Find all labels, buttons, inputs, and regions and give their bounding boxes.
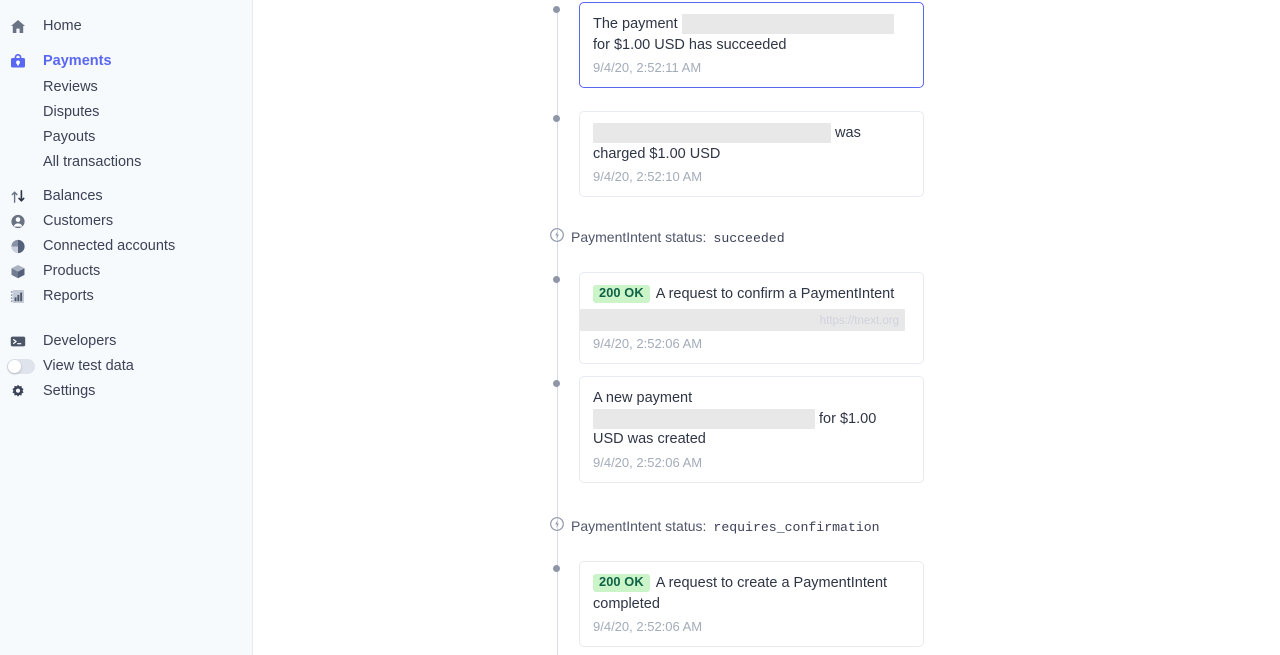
sidebar-item-label: Disputes (43, 104, 99, 120)
status-badge: 200 OK (593, 574, 650, 592)
sidebar-item-balances[interactable]: Balances (0, 184, 252, 209)
main-content: The payment for $1.00 USD has succeeded9… (253, 0, 1280, 655)
sidebar-item-view-test-data[interactable]: View test data (0, 354, 252, 379)
sidebar-item-reports[interactable]: Reports (0, 284, 252, 309)
timeline-dot (553, 565, 560, 572)
card-text-run: USD was created (593, 431, 706, 447)
status-label: PaymentIntent status: (571, 229, 706, 245)
app-root: Home Payments Reviews Disputes Payouts All tr… (0, 0, 1280, 655)
balances-icon (10, 188, 32, 206)
stripe-status-icon (550, 228, 564, 242)
sidebar-item-home[interactable]: Home (0, 14, 252, 39)
sidebar-item-reviews[interactable]: Reviews (0, 74, 252, 99)
sidebar-item-label: Customers (43, 214, 113, 229)
terminal-icon (10, 333, 32, 351)
card-text-run: completed (593, 596, 660, 612)
stripe-status-icon (550, 517, 564, 531)
sidebar-item-label: Home (43, 19, 82, 34)
status-label: PaymentIntent status: (571, 518, 706, 534)
products-icon (10, 263, 32, 281)
sidebar-item-disputes[interactable]: Disputes (0, 99, 252, 124)
sidebar-item-label: Payouts (43, 129, 95, 145)
sidebar-item-label: Developers (43, 334, 116, 349)
sidebar-item-label: Products (43, 264, 100, 279)
sidebar-item-payments[interactable]: Payments (0, 49, 252, 74)
sidebar: Home Payments Reviews Disputes Payouts All tr… (0, 0, 253, 655)
event-detail-panel: View event detail Event data 1{2"id": ",… (697, 0, 1280, 655)
home-icon (10, 18, 32, 36)
toggle-switch-icon[interactable] (10, 358, 32, 376)
sidebar-item-label: View test data (43, 359, 134, 374)
sidebar-item-settings[interactable]: Settings (0, 379, 252, 404)
sidebar-item-label: Balances (43, 189, 103, 204)
timeline-dot (553, 6, 560, 13)
sidebar-item-products[interactable]: Products (0, 259, 252, 284)
card-text-run: The payment (593, 16, 682, 32)
card-text-run: A new payment (593, 390, 692, 406)
timeline-rail (557, 8, 558, 655)
sidebar-item-label: Payments (43, 54, 112, 69)
sidebar-item-label: Reviews (43, 79, 98, 95)
timeline-dot (553, 380, 560, 387)
sidebar-item-customers[interactable]: Customers (0, 209, 252, 234)
reports-icon (10, 288, 32, 306)
timeline-dot (553, 115, 560, 122)
timeline-dot (553, 276, 560, 283)
sidebar-item-label: All transactions (43, 154, 141, 170)
sidebar-item-connected-accounts[interactable]: Connected accounts (0, 234, 252, 259)
payments-icon (10, 53, 32, 71)
sidebar-item-developers[interactable]: Developers (0, 329, 252, 354)
sidebar-item-label: Reports (43, 289, 94, 304)
event-timeline: The payment for $1.00 USD has succeeded9… (253, 0, 697, 655)
gear-icon (10, 383, 32, 401)
connected-accounts-icon (10, 238, 32, 256)
customers-icon (10, 213, 32, 231)
status-badge: 200 OK (593, 285, 650, 303)
sidebar-item-label: Connected accounts (43, 239, 175, 254)
sidebar-item-all-transactions[interactable]: All transactions (0, 149, 252, 174)
sidebar-item-label: Settings (43, 384, 95, 399)
sidebar-item-payouts[interactable]: Payouts (0, 124, 252, 149)
